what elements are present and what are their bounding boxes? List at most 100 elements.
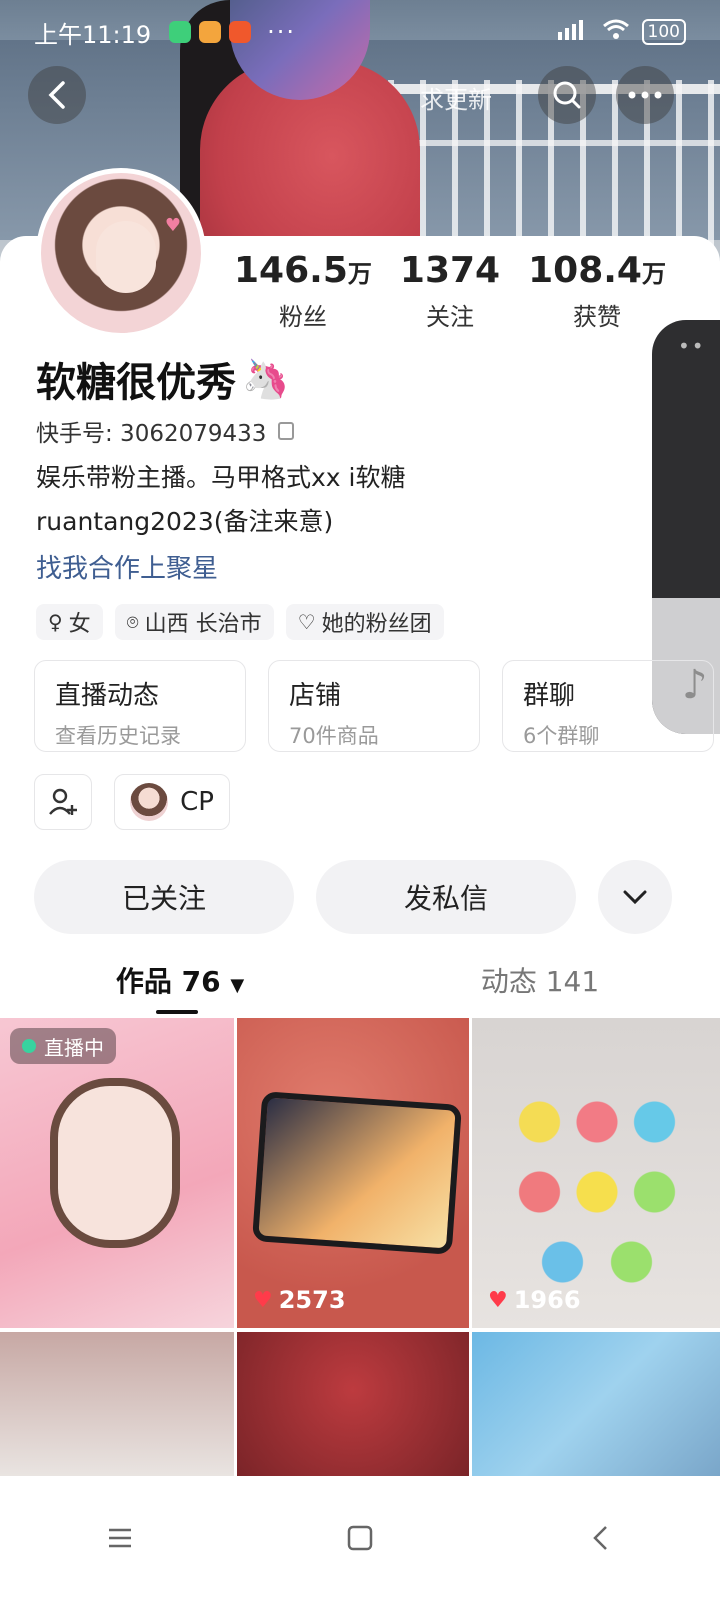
like-count: ♥ 1966 <box>488 1286 581 1314</box>
more-button[interactable] <box>616 66 674 124</box>
search-icon <box>553 81 581 109</box>
user-id: 快手号: 3062079433 <box>36 414 295 448</box>
work-tile[interactable] <box>237 1332 469 1476</box>
profile-stats: 146.5万 粉丝 1374 关注 108.4万 获赞 <box>220 250 680 332</box>
cp-label: CP <box>180 787 214 817</box>
card-title: 群聊 <box>523 681 576 711</box>
app-notification-icon <box>229 21 252 43</box>
card-title: 直播动态 <box>55 681 160 711</box>
works-grid: 直播中 ♥ 2573 ♥ 1966 <box>0 1018 720 1476</box>
like-count-text: 1966 <box>513 1286 581 1314</box>
heart-sticker-icon: ♥ <box>164 215 181 236</box>
wifi-icon <box>602 18 630 46</box>
menu-button[interactable] <box>90 1508 150 1568</box>
status-bar: 上午11:19 ··· 100 <box>0 0 720 64</box>
back-chevron-icon <box>593 1526 607 1550</box>
feature-cards: 直播动态 查看历史记录 店铺 70件商品 群聊 6个群聊 <box>34 660 714 752</box>
stat-label: 获赞 <box>573 303 622 331</box>
live-label: 直播中 <box>44 1035 104 1060</box>
bio-line: 娱乐带粉主播。马甲格式xx i软糖 <box>36 463 406 492</box>
live-badge: 直播中 <box>10 1028 116 1064</box>
tag-fan-club[interactable]: ♡ 她的粉丝团 <box>285 604 444 640</box>
tile-image <box>252 1091 462 1255</box>
card-title: 店铺 <box>289 681 342 711</box>
app-notification-icon <box>169 21 192 43</box>
heart-outline-icon: ♡ <box>297 610 316 634</box>
cooperation-link[interactable]: 找我合作上聚星 <box>36 548 218 585</box>
tile-image <box>482 1038 712 1318</box>
add-friend-button[interactable] <box>34 774 92 830</box>
chevron-down-icon <box>623 890 647 905</box>
stat-label: 关注 <box>425 303 474 331</box>
stat-number: 1374 <box>399 250 501 291</box>
signal-icon <box>556 18 590 46</box>
more-notifications-icon: ··· <box>267 18 297 46</box>
more-dots-icon <box>628 91 662 99</box>
nav-title: 求更新 <box>420 86 492 114</box>
like-count: ♥ 2573 <box>253 1286 346 1314</box>
followed-button[interactable]: 已关注 <box>34 860 294 934</box>
search-button[interactable] <box>538 66 596 124</box>
profile-actions: 已关注 发私信 <box>34 860 672 934</box>
tag-location: ⌾ 山西 长治市 <box>114 604 274 640</box>
work-tile[interactable] <box>472 1332 720 1476</box>
heart-icon: ♥ <box>253 1287 273 1313</box>
back-button[interactable] <box>28 66 86 124</box>
tab-works[interactable]: 作品 76 ▼ <box>0 960 360 1016</box>
content-tabs: 作品 76 ▼ 动态 141 <box>0 960 720 1016</box>
tag-text: 山西 长治市 <box>144 612 262 637</box>
stat-unit: 万 <box>641 260 666 288</box>
back-arrow-icon <box>48 81 65 109</box>
copy-icon[interactable] <box>278 422 295 440</box>
tile-image <box>50 1078 180 1248</box>
cp-button[interactable]: CP <box>114 774 230 830</box>
top-nav: 求更新 <box>0 66 720 126</box>
heart-icon: ♥ <box>488 1287 508 1313</box>
work-tile[interactable] <box>0 1332 234 1476</box>
message-button[interactable]: 发私信 <box>316 860 576 934</box>
battery-icon: 100 <box>641 19 686 45</box>
more-dots-icon: •• <box>678 334 706 358</box>
add-user-icon <box>49 788 77 815</box>
system-nav-bar <box>0 1476 720 1600</box>
profile-tags: ♀ 女 ⌾ 山西 长治市 ♡ 她的粉丝团 <box>36 604 444 640</box>
status-time: 上午11:19 <box>34 20 152 49</box>
caret-down-icon: ▼ <box>230 975 245 996</box>
expand-button[interactable] <box>598 860 672 934</box>
work-tile[interactable]: ♥ 2573 <box>237 1018 469 1328</box>
stat-number: 146.5 <box>234 250 348 291</box>
profile-name-text: 软糖很优秀 <box>36 360 236 406</box>
work-tile[interactable]: 直播中 <box>0 1018 234 1328</box>
tag-text: 她的粉丝团 <box>321 612 432 637</box>
tab-moments-label: 动态 141 <box>480 965 600 998</box>
card-subtitle: 70件商品 <box>289 724 379 748</box>
card-subtitle: 6个群聊 <box>523 724 600 748</box>
avatar[interactable]: ♥ <box>36 168 206 338</box>
profile-bio: 娱乐带粉主播。马甲格式xx i软糖 ruantang2023(备注来意) <box>36 456 636 544</box>
card-subtitle: 查看历史记录 <box>55 724 181 748</box>
live-dot-icon <box>22 1039 36 1053</box>
gender-female-icon: ♀ <box>48 610 63 634</box>
system-back-button[interactable] <box>570 1508 630 1568</box>
card-live-history[interactable]: 直播动态 查看历史记录 <box>34 660 246 752</box>
stat-fans[interactable]: 146.5万 粉丝 <box>234 250 372 332</box>
active-tab-indicator <box>156 1010 198 1014</box>
stat-unit: 万 <box>347 260 372 288</box>
home-button[interactable] <box>330 1508 390 1568</box>
status-right: 100 <box>556 18 686 46</box>
stat-following[interactable]: 1374 关注 <box>400 250 500 332</box>
unicorn-emoji: 🦄 <box>242 356 290 401</box>
tab-moments[interactable]: 动态 141 <box>360 960 720 1016</box>
menu-icon <box>109 1528 131 1548</box>
stat-likes[interactable]: 108.4万 获赞 <box>528 250 666 332</box>
card-shop[interactable]: 店铺 70件商品 <box>268 660 480 752</box>
work-tile[interactable]: ♥ 1966 <box>472 1018 720 1328</box>
stat-label: 粉丝 <box>278 303 327 331</box>
location-icon: ⌾ <box>126 610 139 634</box>
user-id-text: 快手号: 3062079433 <box>36 421 267 447</box>
like-count-text: 2573 <box>278 1286 346 1314</box>
tab-works-label: 作品 76 <box>115 965 221 998</box>
stat-number: 108.4 <box>528 250 642 291</box>
tag-gender: ♀ 女 <box>36 604 103 640</box>
card-group-chat[interactable]: 群聊 6个群聊 <box>502 660 714 752</box>
